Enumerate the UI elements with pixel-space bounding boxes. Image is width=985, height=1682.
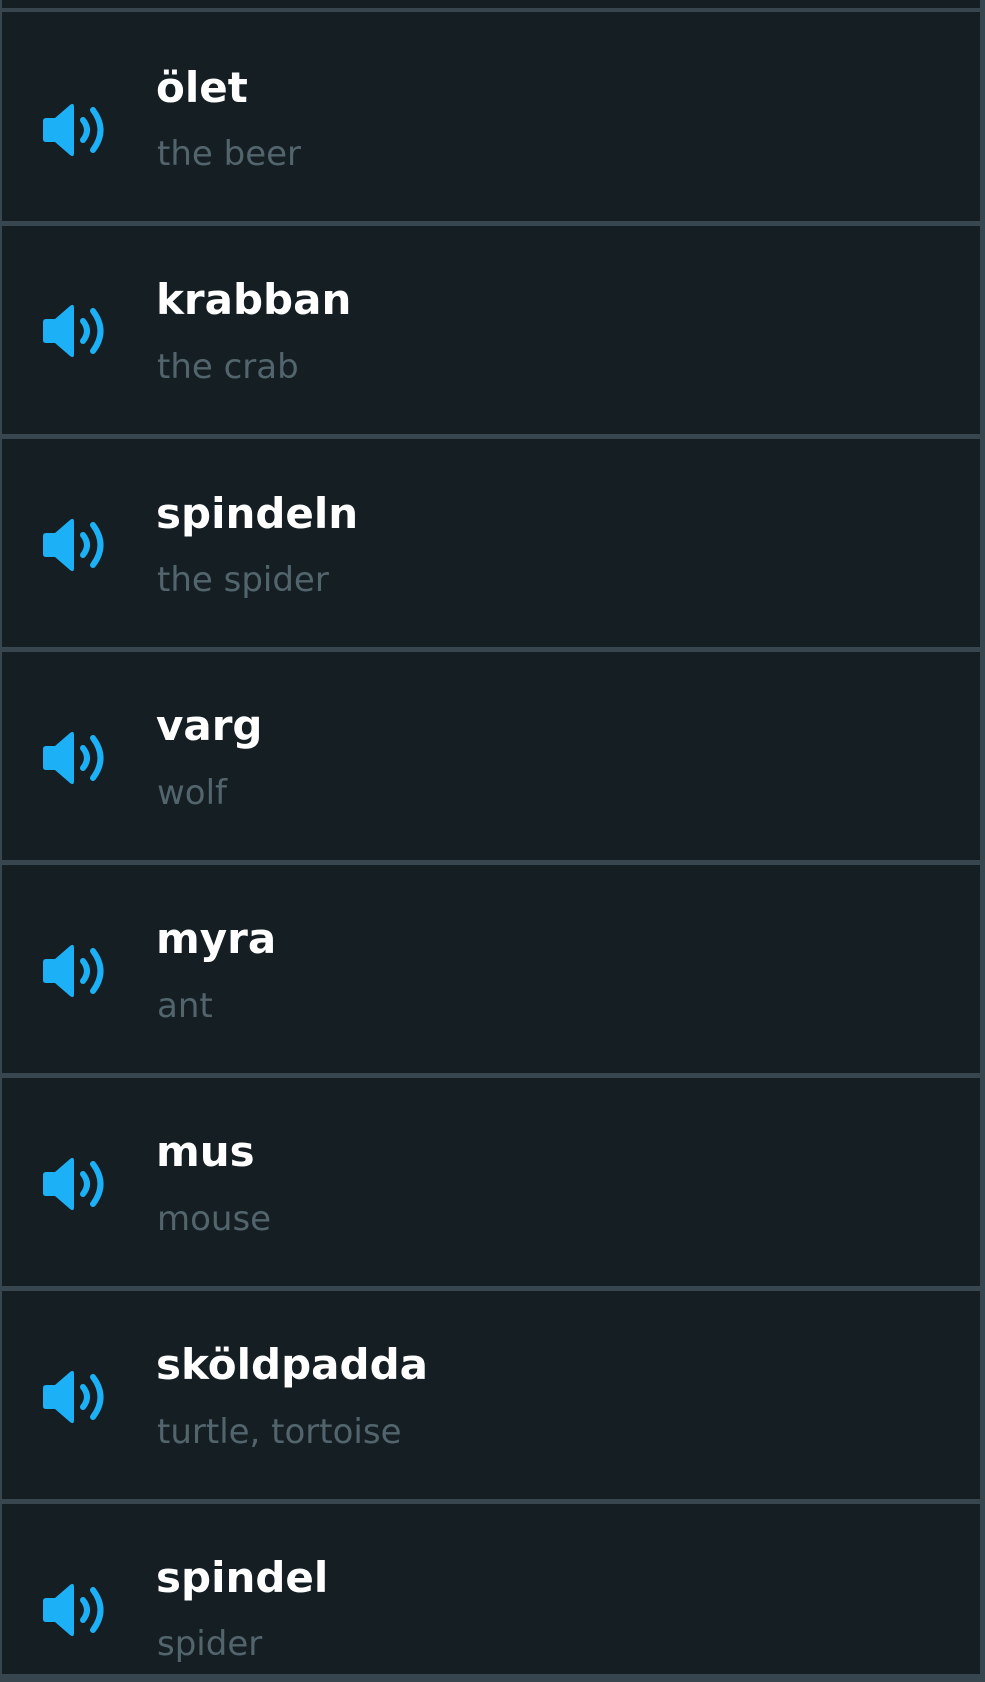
vocab-word: myra — [156, 914, 277, 963]
list-item[interactable]: ölet the beer — [2, 12, 980, 221]
previous-row-edge — [2, 0, 980, 8]
speaker-icon[interactable] — [41, 1582, 113, 1638]
vocab-meaning: spider — [157, 1624, 263, 1664]
speaker-icon[interactable] — [41, 730, 113, 786]
vocab-meaning: wolf — [157, 773, 228, 813]
vocab-word: spindel — [156, 1553, 329, 1602]
vocab-meaning: the spider — [157, 560, 329, 600]
list-item[interactable]: varg wolf — [2, 652, 980, 860]
vocab-meaning: the beer — [157, 134, 302, 174]
vocab-meaning: the crab — [157, 347, 299, 387]
speaker-icon[interactable] — [41, 102, 113, 158]
list-item[interactable]: krabban the crab — [2, 226, 980, 434]
list-item[interactable]: myra ant — [2, 865, 980, 1073]
speaker-icon[interactable] — [41, 1156, 113, 1212]
vocab-meaning: mouse — [157, 1199, 272, 1239]
vocab-word: krabban — [156, 275, 352, 324]
speaker-icon[interactable] — [41, 1369, 113, 1425]
speaker-icon[interactable] — [41, 517, 113, 573]
vocab-meaning: ant — [157, 986, 213, 1026]
speaker-icon[interactable] — [41, 303, 113, 359]
list-item[interactable]: spindeln the spider — [2, 439, 980, 647]
vocab-word: varg — [156, 701, 263, 750]
list-item[interactable]: sköldpadda turtle, tortoise — [2, 1291, 980, 1499]
speaker-icon[interactable] — [41, 943, 113, 999]
vocab-meaning: turtle, tortoise — [157, 1412, 402, 1452]
list-item[interactable]: spindel spider — [2, 1504, 980, 1674]
list-item[interactable]: mus mouse — [2, 1078, 980, 1286]
vocab-word: mus — [156, 1127, 255, 1176]
vocab-word: sköldpadda — [156, 1340, 428, 1389]
vocab-word: spindeln — [156, 489, 359, 538]
vocabulary-list: ölet the beer krabban the crab spindeln … — [0, 0, 985, 1682]
vocab-word: ölet — [156, 63, 248, 112]
